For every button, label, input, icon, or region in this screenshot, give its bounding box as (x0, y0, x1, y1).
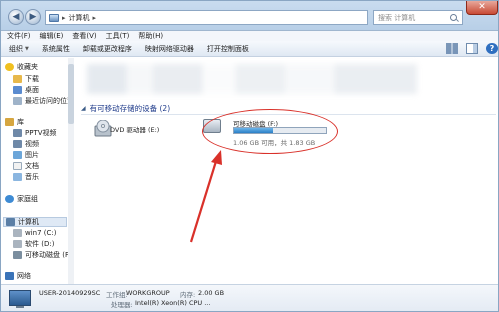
sidebar-item-label: 库 (17, 118, 24, 126)
organize-button[interactable]: 组织 ▼ (9, 44, 29, 54)
memory-value: 2.00 GB (198, 289, 225, 297)
chevron-right-icon[interactable]: ▸ (62, 14, 66, 22)
sidebar-item-recent[interactable]: 最近访问的位置 (13, 96, 74, 106)
sidebar-item-drive-d[interactable]: 软件 (D:) (13, 239, 54, 249)
explorer-window: ◀ ▶ ▸ 计算机 ▸ ↻ 搜索 计算机 ✕ 文件(F) 编辑(E) 查看(V)… (0, 0, 499, 312)
hard-drive-icon (13, 229, 22, 237)
computer-icon (9, 290, 31, 306)
menu-help[interactable]: 帮助(H) (138, 31, 163, 41)
computer-icon (6, 218, 15, 226)
menu-view[interactable]: 查看(V) (72, 31, 96, 41)
homegroup-icon (5, 195, 14, 203)
workgroup-value: WORKGROUP (126, 289, 170, 297)
sidebar-item-label: 收藏夹 (17, 63, 38, 71)
sidebar-item-label: 计算机 (18, 218, 39, 226)
sidebar-scrollbar[interactable] (68, 58, 74, 284)
change-view-icon[interactable] (446, 43, 458, 54)
map-drive-button[interactable]: 映射网络驱动器 (145, 44, 194, 54)
dvd-drive-label[interactable]: DVD 驱动器 (E:) (110, 124, 159, 134)
menu-tools[interactable]: 工具(T) (106, 31, 130, 41)
library-icon (5, 118, 14, 126)
sidebar-item-drive-c[interactable]: win7 (C:) (13, 228, 57, 238)
search-input[interactable]: 搜索 计算机 (373, 10, 463, 25)
group-header-label: 有可移动存储的设备 (2) (89, 104, 171, 113)
annotation-ellipse (202, 109, 338, 154)
organize-label: 组织 (9, 44, 23, 53)
chevron-down-icon: ▼ (25, 45, 29, 52)
sidebar-item-documents[interactable]: 文档 (13, 161, 39, 171)
forward-button[interactable]: ▶ (25, 9, 41, 25)
sidebar-item-music[interactable]: 音乐 (13, 172, 39, 182)
content-area: ◢ 有可移动存储的设备 (2) DVD 驱动器 (E:) 可移动磁盘 (F:) … (75, 58, 498, 284)
network-icon (5, 272, 14, 280)
computer-icon (49, 13, 59, 22)
control-panel-button[interactable]: 打开控制面板 (207, 44, 249, 54)
computer-name: USER-20140929SC (39, 289, 101, 297)
command-bar: 组织 ▼ 系统属性 卸载或更改程序 映射网络驱动器 打开控制面板 (1, 41, 498, 57)
sidebar-item-label: 软件 (D:) (25, 240, 55, 248)
sidebar-item-label: win7 (C:) (25, 229, 57, 237)
processor-label: 处理器: (111, 301, 133, 309)
blurred-hard-drives (87, 64, 417, 94)
sidebar-item-label: 可移动磁盘 (F:) (25, 251, 74, 259)
menu-file[interactable]: 文件(F) (7, 31, 31, 41)
sidebar-item-libraries[interactable]: 库 (5, 117, 24, 127)
recent-places-icon (13, 97, 22, 105)
navigation-pane: 收藏夹 下载 桌面 最近访问的位置 库 PPTV视频 视频 图片 文档 音乐 家… (1, 58, 74, 284)
sidebar-item-videos[interactable]: 视频 (13, 139, 39, 149)
sidebar-item-desktop[interactable]: 桌面 (13, 85, 39, 95)
sidebar-item-computer[interactable]: 计算机 (3, 217, 67, 227)
memory-label: 内存: (180, 291, 196, 299)
system-properties-button[interactable]: 系统属性 (42, 44, 70, 54)
sidebar-item-label: 网络 (17, 272, 31, 280)
sidebar-item-label: 桌面 (25, 86, 39, 94)
pictures-icon (13, 151, 22, 159)
preview-pane-icon[interactable] (466, 43, 478, 54)
chevron-right-icon[interactable]: ▸ (93, 14, 97, 22)
sidebar-item-drive-f[interactable]: 可移动磁盘 (F:) (13, 250, 74, 260)
sidebar-item-label: 下载 (25, 75, 39, 83)
sidebar-item-downloads[interactable]: 下载 (13, 74, 39, 84)
documents-icon (13, 162, 22, 170)
sidebar-item-label: PPTV视频 (25, 129, 57, 137)
sidebar-item-pptv[interactable]: PPTV视频 (13, 128, 57, 138)
sidebar-item-label: 文档 (25, 162, 39, 170)
sidebar-item-label: 最近访问的位置 (25, 97, 74, 105)
sidebar-item-label: 视频 (25, 140, 39, 148)
sidebar-item-label: 音乐 (25, 173, 39, 181)
hard-drive-icon (13, 240, 22, 248)
chevron-down-icon[interactable]: ◢ (81, 105, 86, 112)
search-icon (450, 14, 457, 21)
music-icon (13, 173, 22, 181)
address-bar[interactable]: ▸ 计算机 ▸ ↻ (45, 10, 411, 25)
menu-bar: 文件(F) 编辑(E) 查看(V) 工具(T) 帮助(H) (1, 31, 498, 41)
search-placeholder: 搜索 计算机 (378, 13, 416, 22)
sidebar-item-label: 图片 (25, 151, 39, 159)
view-controls: ? (446, 43, 498, 54)
computer-stand (16, 306, 24, 308)
menu-edit[interactable]: 编辑(E) (40, 31, 64, 41)
sidebar-item-favorites[interactable]: 收藏夹 (5, 62, 38, 72)
uninstall-button[interactable]: 卸载或更改程序 (83, 44, 132, 54)
removable-disk-icon (13, 251, 22, 259)
video-library-icon (13, 129, 22, 137)
workgroup-label: 工作组: (106, 291, 128, 299)
close-button[interactable]: ✕ (466, 1, 498, 15)
sidebar-item-homegroup[interactable]: 家庭组 (5, 194, 38, 204)
folder-icon (13, 75, 22, 83)
sidebar-item-network[interactable]: 网络 (5, 271, 31, 281)
help-icon[interactable]: ? (486, 43, 498, 54)
sidebar-item-pictures[interactable]: 图片 (13, 150, 39, 160)
details-pane: USER-20140929SC 工作组: WORKGROUP 内存: 2.00 … (1, 284, 498, 311)
breadcrumb[interactable]: 计算机 (69, 13, 90, 23)
star-icon (5, 63, 14, 71)
processor-value: Intel(R) Xeon(R) CPU ... (135, 299, 211, 307)
sidebar-item-label: 家庭组 (17, 195, 38, 203)
back-button[interactable]: ◀ (8, 9, 24, 25)
scrollbar-thumb[interactable] (68, 64, 74, 124)
title-bar: ◀ ▶ ▸ 计算机 ▸ ↻ 搜索 计算机 ✕ (1, 1, 498, 31)
desktop-icon (13, 86, 22, 94)
video-icon (13, 140, 22, 148)
annotation-arrow (189, 150, 222, 243)
